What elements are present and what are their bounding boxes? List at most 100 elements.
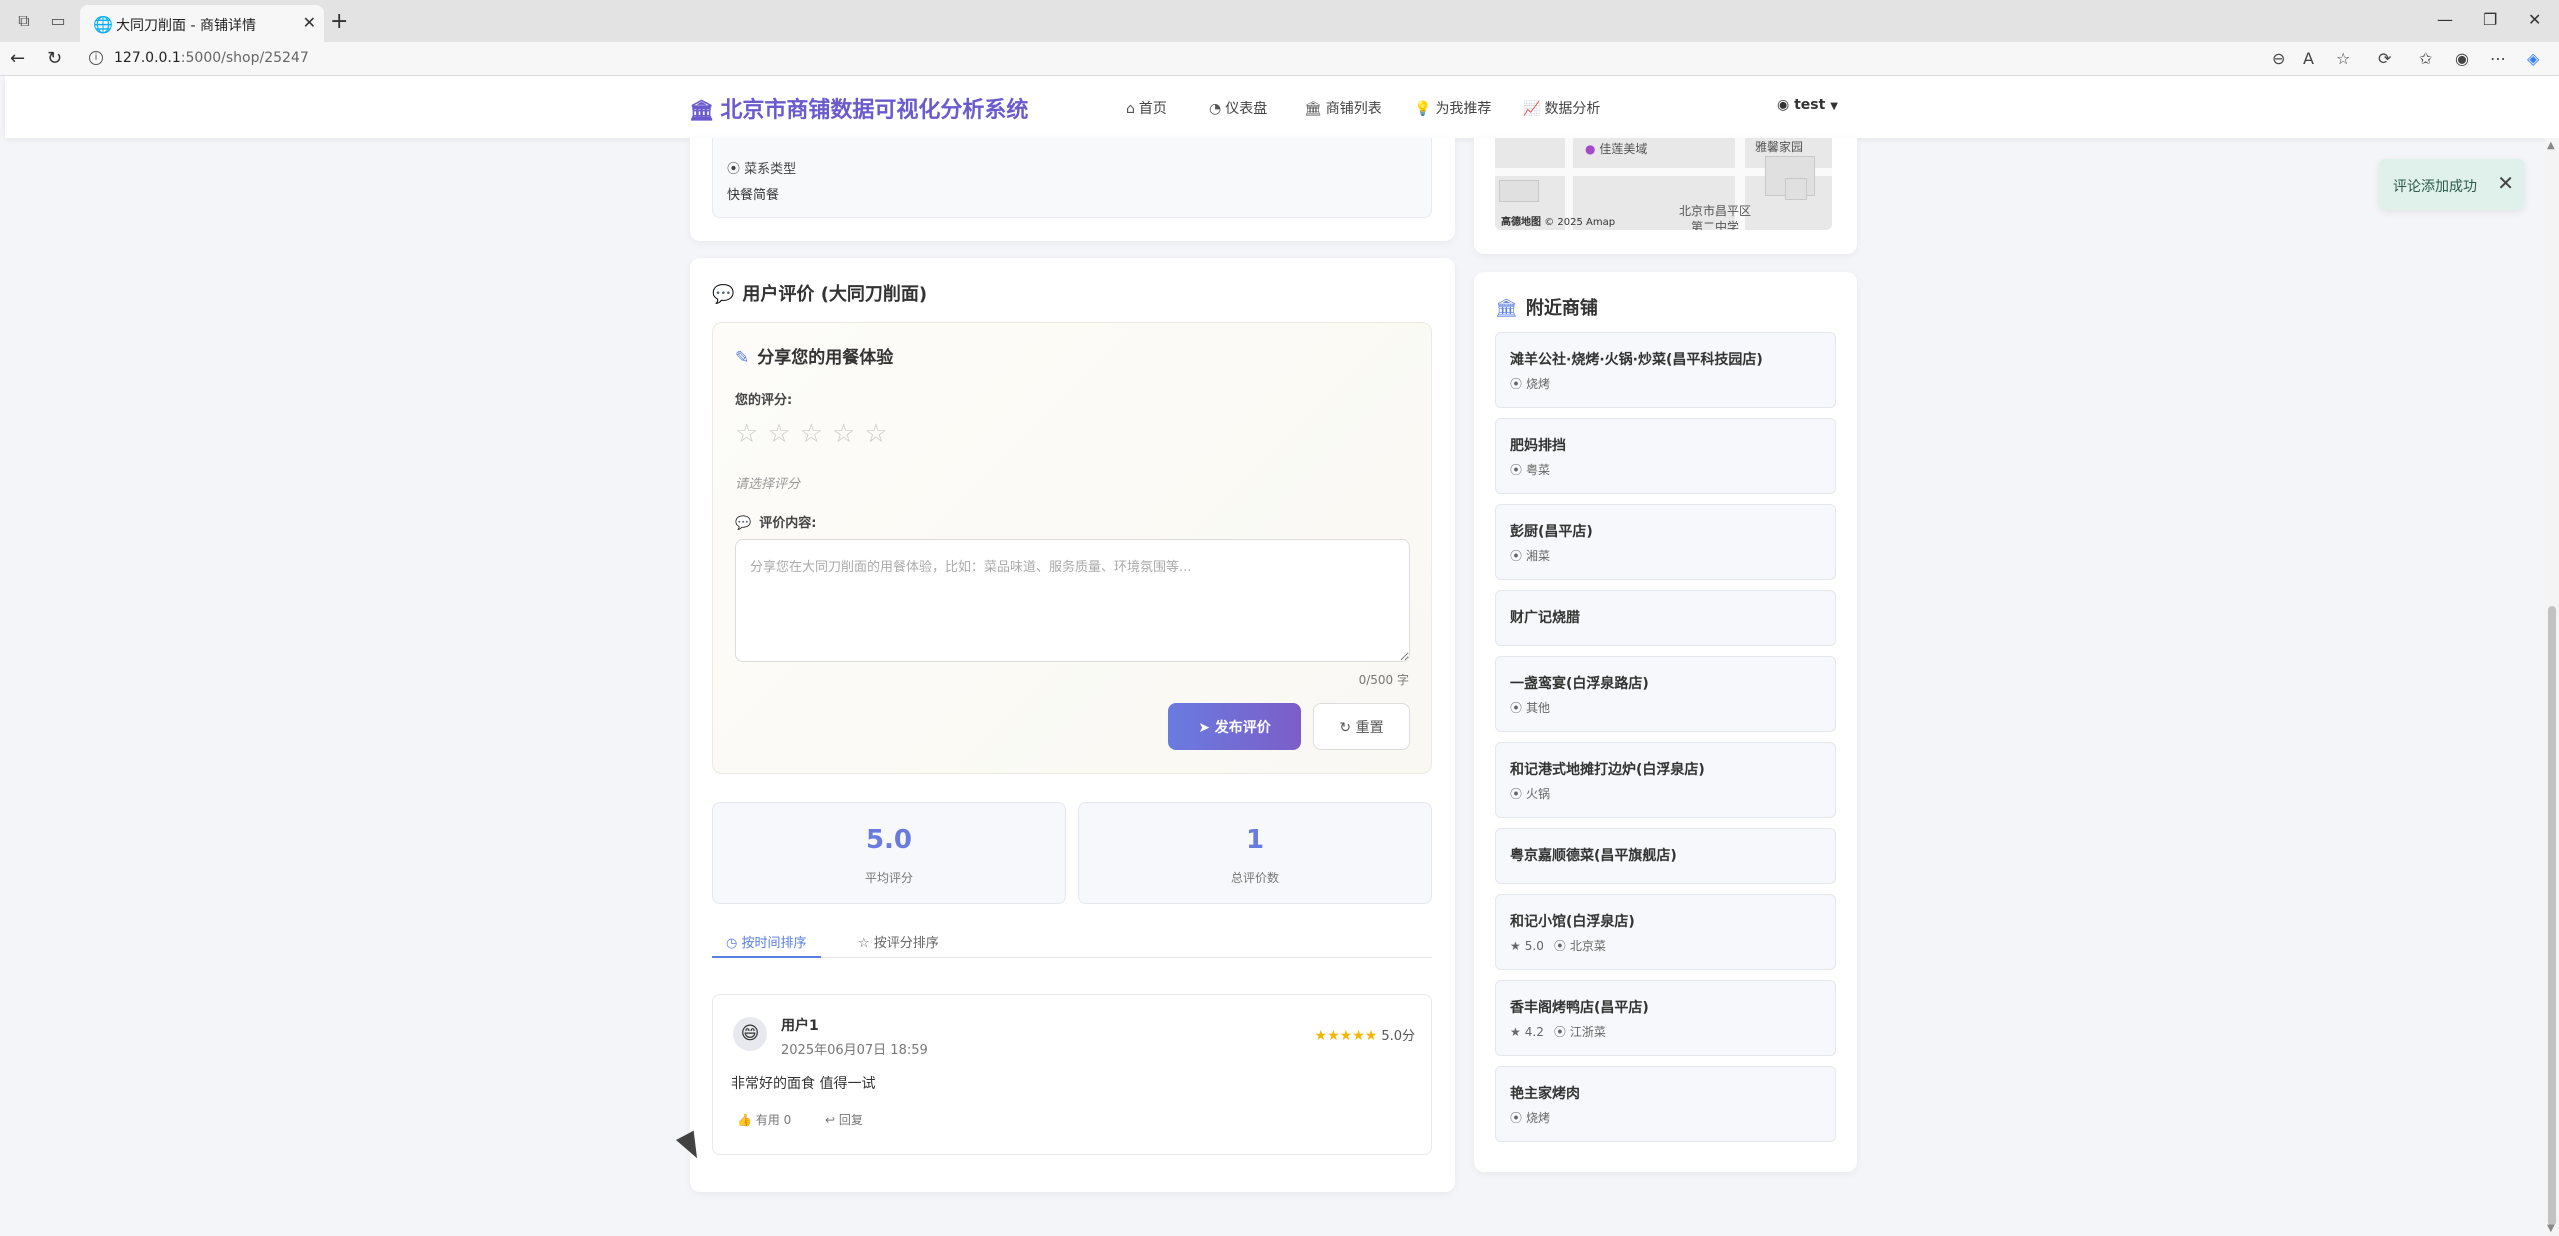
nearby-shop-item[interactable]: 香丰阁烤鸭店(昌平店) ★ 4.2 ⦿ 江浙菜: [1495, 980, 1836, 1056]
target-icon: ⦿: [1510, 1111, 1523, 1125]
nearby-shop-item[interactable]: 和记小馆(白浮泉店) ★ 5.0 ⦿ 北京菜: [1495, 894, 1836, 970]
star-icon[interactable]: ☆: [832, 419, 855, 449]
map-label: 第二中学: [1691, 220, 1740, 230]
nearby-shop-item[interactable]: 一盏鸾宴(白浮泉路店) ⦿ 其他: [1495, 656, 1836, 732]
star-icon: ★: [1510, 1025, 1521, 1039]
nav-home[interactable]: ⌂ 首页: [1126, 98, 1167, 118]
profile-icon[interactable]: ◉: [2455, 49, 2469, 68]
more-icon[interactable]: ⋯: [2490, 49, 2506, 68]
sort-tabs: ◷ 按时间排序 ☆ 按评分排序: [712, 926, 1432, 958]
nearby-shop-item[interactable]: 肥妈排挡 ⦿ 粤菜: [1495, 418, 1836, 494]
user-menu[interactable]: ◉ test ▼: [1777, 97, 1838, 113]
nearby-shop-item[interactable]: 彭厨(昌平店) ⦿ 湘菜: [1495, 504, 1836, 580]
workspaces-icon[interactable]: ⧉: [14, 11, 34, 31]
star-icon[interactable]: ☆: [800, 419, 823, 449]
shop-meta: ⦿ 火锅: [1510, 785, 1550, 802]
scroll-thumb[interactable]: [2548, 606, 2556, 1226]
nearby-shop-item[interactable]: 艳主家烤肉 ⦿ 烧烤: [1495, 1066, 1836, 1142]
close-tab-icon[interactable]: ✕: [303, 13, 316, 32]
shop-name: 滩羊公社·烧烤·火锅·炒菜(昌平科技园店): [1510, 352, 1763, 368]
new-tab-icon[interactable]: +: [330, 9, 348, 34]
lightbulb-icon: 💡: [1414, 101, 1432, 117]
target-icon: ⦿: [1510, 377, 1523, 391]
tab-sort-by-time[interactable]: ◷ 按时间排序: [712, 926, 821, 958]
avatar: 😄: [733, 1017, 767, 1051]
submit-review-button[interactable]: ➤ 发布评价: [1168, 703, 1301, 750]
nav-dashboard[interactable]: ◔ 仪表盘: [1209, 98, 1267, 118]
url-field[interactable]: 127.0.0.1:5000/shop/25247: [114, 50, 309, 66]
shop-info-card: ⦿ 菜系类型 快餐简餐: [690, 138, 1455, 241]
info-icon[interactable]: i: [89, 51, 103, 65]
review-form: ✎ 分享您的用餐体验 您的评分: ☆ ☆ ☆ ☆ ☆ 请选择评分 💬 评价内容: 0/500…: [712, 322, 1432, 774]
shop-meta: ⦿ 粤菜: [1510, 461, 1550, 478]
shop-meta: ⦿ 其他: [1510, 699, 1550, 716]
restore-icon[interactable]: ❐: [2483, 10, 2497, 29]
shop-cuisine: 湘菜: [1526, 549, 1551, 563]
rating-hint: 请选择评分: [735, 477, 801, 492]
brand-link[interactable]: 🏛 北京市商铺数据可视化分析系统: [689, 92, 1028, 124]
nearby-shop-item[interactable]: 滩羊公社·烧烤·火锅·炒菜(昌平科技园店) ⦿ 烧烤: [1495, 332, 1836, 408]
reply-button[interactable]: ↩ 回复: [825, 1111, 863, 1128]
map-block: [1499, 180, 1539, 202]
nav-recommend[interactable]: 💡 为我推荐: [1414, 98, 1491, 118]
browser-tab-active[interactable]: 🌐 大同刀削面 - 商铺详情 ✕: [80, 5, 324, 42]
map-view[interactable]: ● 佳莲美域 雅馨家园 北京市昌平区 第二中学 高德地图 © 2025 Amap: [1495, 138, 1832, 230]
reviews-title: 💬 用户评价 (大同刀削面): [712, 280, 927, 306]
shop-rating: 4.2: [1524, 1025, 1544, 1039]
review-content-input[interactable]: [735, 539, 1410, 662]
building-icon: 🏛: [689, 98, 715, 122]
char-counter: 0/500 字: [1358, 673, 1409, 687]
tab-actions-icon[interactable]: ▭: [48, 11, 68, 31]
favorite-star-icon[interactable]: ☆: [2336, 49, 2350, 68]
scroll-down-icon[interactable]: ▼: [2547, 1223, 2555, 1234]
shop-name: 和记小馆(白浮泉店): [1510, 914, 1635, 930]
star-icon[interactable]: ☆: [735, 419, 758, 449]
shop-rating: 5.0: [1524, 939, 1544, 953]
nearby-shops-card: 🏛 附近商铺 滩羊公社·烧烤·火锅·炒菜(昌平科技园店) ⦿ 烧烤 肥妈排挡 ⦿ 粤菜 彭厨(…: [1474, 272, 1857, 1172]
copilot-icon[interactable]: ◈: [2527, 49, 2539, 68]
close-window-icon[interactable]: ✕: [2528, 10, 2541, 29]
shop-meta: ★ 4.2 ⦿ 江浙菜: [1510, 1023, 1606, 1040]
nearby-shop-item[interactable]: 财广记烧腊: [1495, 590, 1836, 646]
target-icon: ⦿: [1553, 939, 1566, 953]
nearby-shop-item[interactable]: 粤京嘉顺德菜(昌平旗舰店): [1495, 828, 1836, 884]
nearby-shop-item[interactable]: 和记港式地摊打边炉(白浮泉店) ⦿ 火锅: [1495, 742, 1836, 818]
reset-button[interactable]: ↻ 重置: [1313, 703, 1410, 750]
user-circle-icon: ◉: [1777, 97, 1790, 113]
review-star-icons: ★★★★★: [1314, 1028, 1378, 1044]
helpful-button[interactable]: 👍 有用 0: [737, 1111, 791, 1128]
zoom-icon[interactable]: ⊖: [2272, 49, 2285, 68]
page-scrollbar[interactable]: ▲ ▼: [2545, 138, 2559, 1236]
avg-rating-stat: 5.0 平均评分: [712, 802, 1066, 904]
content-label-text: 评价内容:: [759, 516, 817, 531]
shop-meta: ⦿ 湘菜: [1510, 547, 1550, 564]
total-reviews-stat: 1 总评价数: [1078, 802, 1432, 904]
reset-icon: ↻: [1339, 719, 1352, 736]
target-icon: ⦿: [1510, 463, 1523, 477]
minimize-icon[interactable]: —: [2437, 10, 2453, 29]
nav-shop-list[interactable]: 🏛 商铺列表: [1304, 98, 1382, 118]
review-text: 非常好的面食 值得一试: [731, 1076, 876, 1092]
shop-name: 一盏鸾宴(白浮泉路店): [1510, 676, 1649, 692]
tab-title: 大同刀削面 - 商铺详情: [116, 18, 256, 34]
star-icon[interactable]: ☆: [864, 419, 887, 449]
review-user: 用户1: [781, 1018, 819, 1034]
back-icon[interactable]: ←: [10, 48, 25, 69]
avg-label: 平均评分: [864, 871, 913, 885]
url-path: :5000/shop/25247: [180, 50, 309, 66]
refresh-icon[interactable]: ↻: [47, 48, 62, 69]
map-label: 北京市昌平区: [1679, 204, 1752, 218]
nav-analysis[interactable]: 📈 数据分析: [1523, 98, 1600, 118]
read-aloud-icon[interactable]: A: [2303, 49, 2314, 68]
star-icon[interactable]: ☆: [767, 419, 790, 449]
nav-dashboard-label: 仪表盘: [1225, 101, 1268, 117]
content-label: 💬 评价内容:: [735, 512, 816, 531]
favorites-icon[interactable]: ✩: [2419, 49, 2432, 68]
scroll-up-icon[interactable]: ▲: [2547, 140, 2555, 151]
extensions-icon[interactable]: ⟳: [2378, 49, 2391, 68]
edit-icon: ✎: [735, 348, 750, 368]
close-icon[interactable]: ✕: [2497, 171, 2514, 195]
tab-sort-by-rating[interactable]: ☆ 按评分排序: [844, 926, 953, 958]
reply-icon: ↩: [825, 1113, 836, 1127]
star-rating[interactable]: ☆ ☆ ☆ ☆ ☆: [735, 419, 897, 449]
